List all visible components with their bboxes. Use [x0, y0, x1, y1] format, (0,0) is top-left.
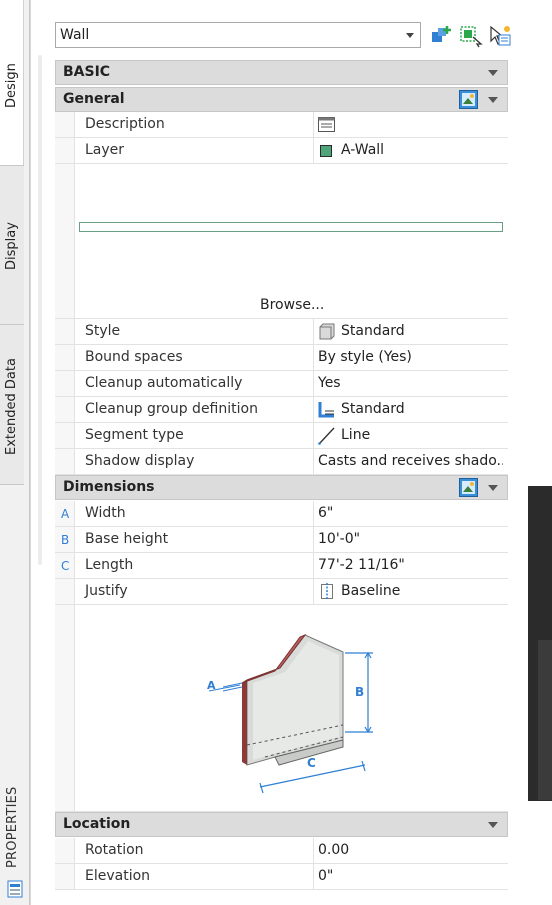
- line-segment-icon: [317, 426, 336, 445]
- chevron-down-icon[interactable]: [488, 485, 498, 491]
- scrollbar[interactable]: [38, 55, 42, 565]
- property-row-length[interactable]: C Length 77'-2 11/16": [55, 553, 508, 579]
- description-editor-icon[interactable]: [317, 115, 336, 134]
- justify-icon: [317, 582, 336, 601]
- section-dimensions-label: Dimensions: [63, 479, 155, 495]
- dimension-marker-c: C: [61, 559, 70, 573]
- quick-pick-icon[interactable]: [459, 478, 478, 497]
- dimension-marker-a: A: [61, 507, 70, 521]
- select-objects-icon[interactable]: [488, 24, 512, 48]
- chevron-down-icon[interactable]: [488, 97, 498, 103]
- property-row-shadow-display[interactable]: Shadow display Casts and receives shado.…: [55, 449, 508, 475]
- property-row-justify[interactable]: Justify Baseline: [55, 579, 508, 605]
- quick-pick-icon[interactable]: [459, 90, 478, 109]
- tab-extended-data[interactable]: Extended Data: [0, 325, 24, 485]
- diagram-label-c: C: [307, 756, 316, 770]
- wall-diagram-illustration: A B C: [207, 633, 373, 794]
- browse-link[interactable]: Browse...: [260, 297, 324, 313]
- diagram-label-a: A: [207, 679, 216, 692]
- section-basic[interactable]: BASIC: [55, 60, 508, 85]
- property-row-cleanup-group[interactable]: Cleanup group definition Standard: [55, 397, 508, 423]
- property-row-rotation[interactable]: Rotation 0.00: [55, 838, 508, 864]
- property-row-layer[interactable]: Layer A-Wall: [55, 138, 508, 164]
- layer-value: A-Wall: [341, 142, 385, 158]
- property-row-elevation[interactable]: Elevation 0": [55, 864, 508, 890]
- tab-design[interactable]: Design: [0, 0, 24, 165]
- property-row-description[interactable]: Description: [55, 112, 508, 138]
- chevron-down-icon[interactable]: [488, 822, 498, 828]
- section-dimensions[interactable]: Dimensions: [55, 475, 508, 500]
- add-to-selection-icon[interactable]: [430, 24, 454, 48]
- section-location[interactable]: Location: [55, 812, 508, 837]
- property-row-width[interactable]: A Width 6": [55, 501, 508, 527]
- cleanup-group-icon: [317, 400, 336, 419]
- property-row-cleanup-automatically[interactable]: Cleanup automatically Yes: [55, 371, 508, 397]
- dimension-marker-b: B: [61, 533, 70, 547]
- wall-style-icon: [317, 322, 336, 341]
- diagram-label-b: B: [355, 685, 364, 699]
- layer-preview-bar: [79, 222, 503, 232]
- section-basic-label: BASIC: [63, 64, 111, 80]
- section-location-label: Location: [63, 816, 131, 832]
- properties-palette-icon[interactable]: [7, 880, 23, 898]
- chevron-down-icon[interactable]: [488, 70, 498, 76]
- section-general-label: General: [63, 91, 125, 107]
- property-row-bound-spaces[interactable]: Bound spaces By style (Yes): [55, 345, 508, 371]
- object-type-select[interactable]: Wall: [55, 22, 421, 48]
- quick-select-icon[interactable]: [459, 24, 483, 48]
- property-row-style[interactable]: Style Standard: [55, 319, 508, 345]
- property-row-segment-type[interactable]: Segment type Line: [55, 423, 508, 449]
- drawing-area-edge-inner: [538, 640, 552, 800]
- layer-color-swatch: [317, 141, 336, 160]
- layer-preview: Browse...: [55, 164, 508, 319]
- tab-display[interactable]: Display: [0, 165, 24, 325]
- section-general[interactable]: General: [55, 87, 508, 112]
- property-row-base-height[interactable]: B Base height 10'-0": [55, 527, 508, 553]
- wall-dimensions-diagram: A B C: [55, 605, 508, 812]
- chevron-down-icon: [406, 33, 414, 38]
